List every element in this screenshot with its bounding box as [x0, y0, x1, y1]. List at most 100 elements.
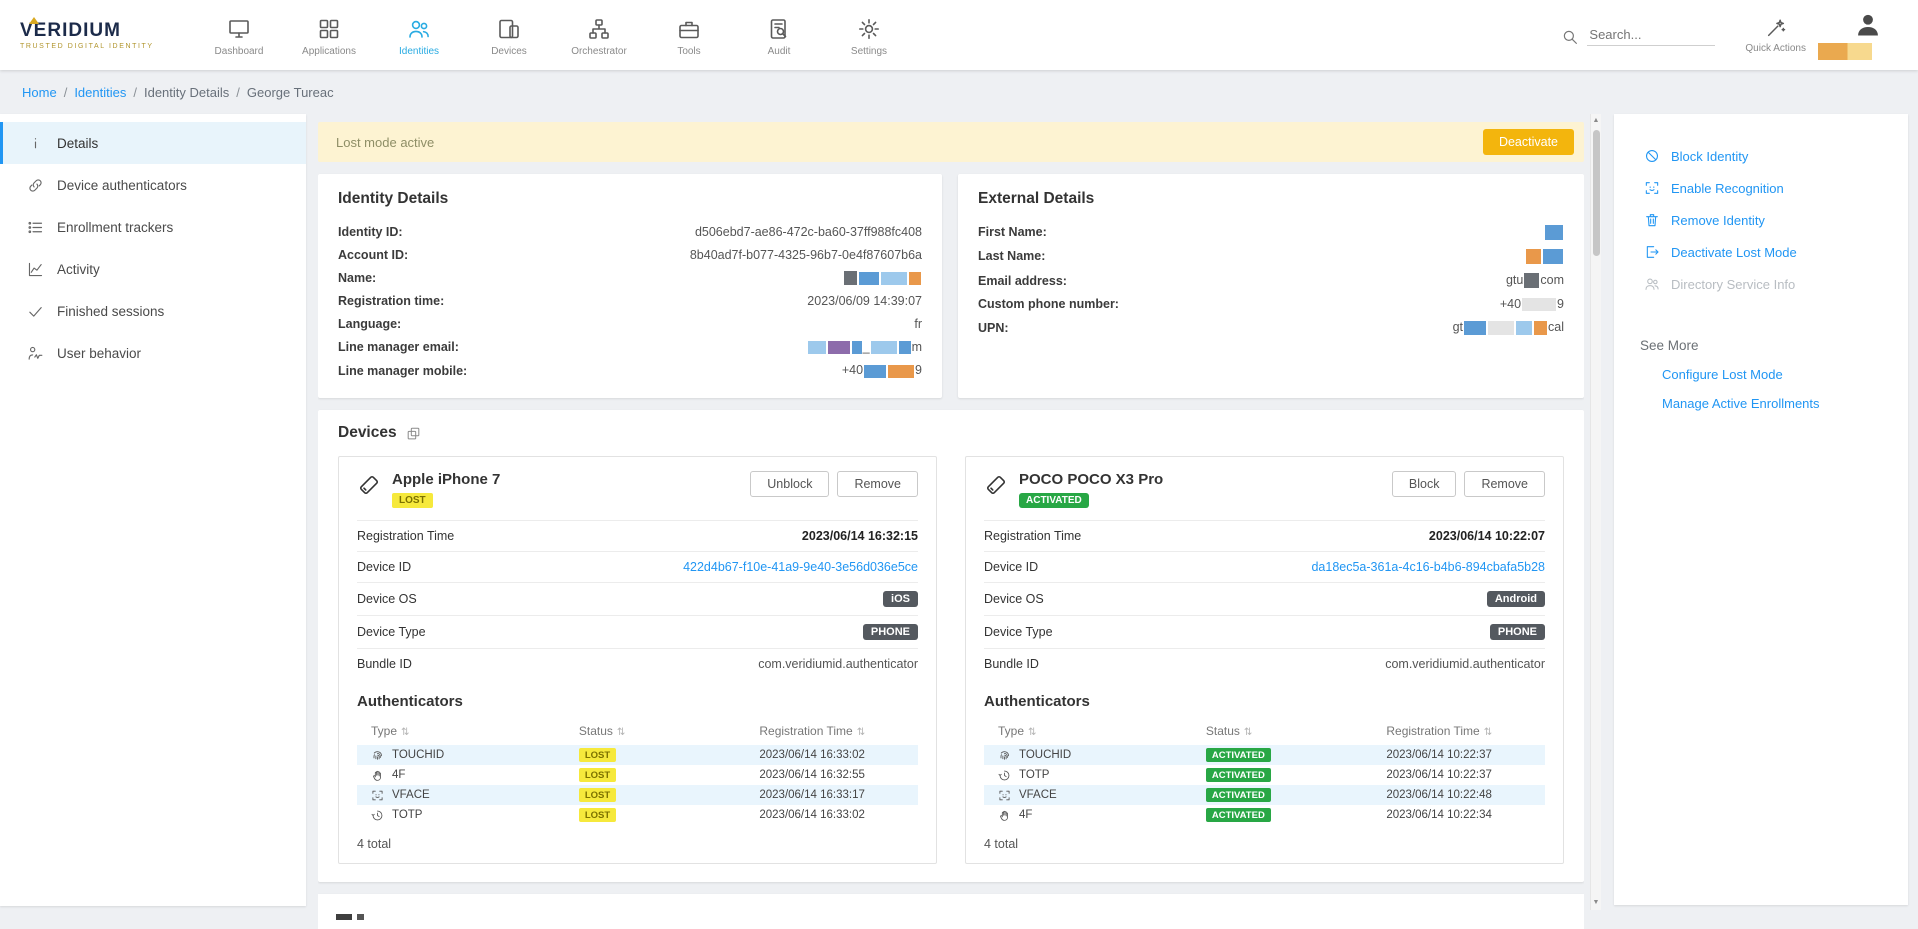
- nav-item-tools[interactable]: Tools: [644, 13, 734, 57]
- chain-link-icon: [27, 177, 44, 194]
- remove-device-button[interactable]: Remove: [837, 471, 918, 497]
- scroll-down-arrow[interactable]: ▼: [1591, 896, 1601, 910]
- device-row-device-os: Device OS Android: [984, 583, 1545, 616]
- sort-by-type[interactable]: Type⇅: [998, 724, 1206, 738]
- unblock-button[interactable]: Unblock: [750, 471, 829, 497]
- field-name: Name:: [338, 266, 922, 290]
- details-cards-row: Identity Details Identity ID: d506ebd7-a…: [318, 174, 1584, 398]
- remove-device-button[interactable]: Remove: [1464, 471, 1545, 497]
- identities-icon: [407, 17, 431, 41]
- device-row-device-type: Device Type PHONE: [984, 616, 1545, 649]
- device-row-device-os: Device OS iOS: [357, 583, 918, 616]
- auth-status-badge: LOST: [579, 748, 616, 762]
- sort-by-registration-time[interactable]: Registration Time⇅: [759, 724, 918, 738]
- authenticators-table: TOUCHID ACTIVATED 2023/06/14 10:22:37 TO…: [984, 745, 1545, 825]
- auth-status-badge: ACTIVATED: [1206, 788, 1271, 802]
- nav-item-orchestrator[interactable]: Orchestrator: [554, 13, 644, 57]
- external-details-card: External Details First Name: Last Name: …: [958, 174, 1584, 398]
- field-identity-id: Identity ID: d506ebd7-ae86-472c-ba60-37f…: [338, 220, 922, 243]
- settings-icon: [857, 17, 881, 41]
- face-recognition-icon: [1644, 180, 1660, 196]
- deactivate-lost-mode-button[interactable]: Deactivate: [1483, 129, 1574, 155]
- sort-by-status[interactable]: Status⇅: [1206, 724, 1387, 738]
- user-behavior-icon: [27, 345, 44, 362]
- nav-item-identities[interactable]: Identities: [374, 13, 464, 57]
- sidebar-item-enrollment-trackers[interactable]: Enrollment trackers: [0, 206, 306, 248]
- breadcrumb-identities[interactable]: Identities: [74, 85, 126, 100]
- quick-actions-button[interactable]: Quick Actions: [1745, 17, 1806, 54]
- sidebar-item-user-behavior[interactable]: User behavior: [0, 332, 306, 374]
- auth-time: 2023/06/14 10:22:37: [1386, 749, 1545, 761]
- deactivate-lost-mode-action[interactable]: Deactivate Lost Mode: [1640, 236, 1894, 268]
- search-icon[interactable]: [1561, 28, 1579, 46]
- sidebar-item-device-authenticators[interactable]: Device authenticators: [0, 164, 306, 206]
- upn-redacted: gtcal: [1453, 320, 1564, 335]
- action-label: Remove Identity: [1671, 213, 1765, 228]
- sidebar-item-label: Activity: [57, 262, 100, 277]
- device-id-link[interactable]: da18ec5a-361a-4c16-b4b6-894cbafa5b28: [1311, 560, 1545, 574]
- checkmark-icon: [27, 303, 44, 320]
- sidebar-item-details[interactable]: Details: [0, 122, 306, 164]
- breadcrumb-separator: /: [236, 85, 240, 100]
- tools-icon: [677, 17, 701, 41]
- sidebar-item-activity[interactable]: Activity: [0, 248, 306, 290]
- block-identity-action[interactable]: Block Identity: [1640, 140, 1894, 172]
- device-status-badge: LOST: [392, 493, 433, 508]
- sidebar-item-label: Finished sessions: [57, 304, 164, 319]
- phone-icon: [984, 473, 1008, 497]
- directory-users-icon: [1644, 276, 1660, 292]
- nav-item-applications[interactable]: Applications: [284, 13, 374, 57]
- breadcrumb-home[interactable]: Home: [22, 85, 57, 100]
- registration-time-value: 2023/06/09 14:39:07: [807, 294, 922, 308]
- sort-by-registration-time[interactable]: Registration Time⇅: [1386, 724, 1545, 738]
- sort-by-type[interactable]: Type⇅: [371, 724, 579, 738]
- nav-item-devices[interactable]: Devices: [464, 13, 554, 57]
- main-nav: Dashboard Applications Identities Device…: [194, 13, 914, 57]
- action-label: Block Identity: [1671, 149, 1748, 164]
- auth-type: TOTP: [392, 809, 422, 821]
- face-scan-icon: [371, 789, 384, 802]
- devices-title: Devices: [338, 424, 397, 442]
- auth-status-badge: ACTIVATED: [1206, 768, 1271, 782]
- block-button[interactable]: Block: [1392, 471, 1457, 497]
- last-name-redacted: [1525, 249, 1564, 264]
- user-avatar[interactable]: [1836, 7, 1892, 63]
- devices-icon: [497, 17, 521, 41]
- fingerprint-icon: [371, 749, 384, 762]
- nav-item-settings[interactable]: Settings: [824, 13, 914, 57]
- vertical-scrollbar[interactable]: ▲ ▼: [1590, 114, 1601, 910]
- audit-icon: [767, 17, 791, 41]
- scroll-up-arrow[interactable]: ▲: [1591, 114, 1601, 128]
- device-type-badge: PHONE: [1490, 624, 1545, 640]
- table-row: 4F LOST 2023/06/14 16:32:55: [357, 765, 918, 785]
- account-id-value: 8b40ad7f-b077-4325-96b7-0e4f87607b6a: [690, 248, 922, 262]
- enable-recognition-action[interactable]: Enable Recognition: [1640, 172, 1894, 204]
- bundle-id-value: com.veridiumid.authenticator: [758, 657, 918, 671]
- scrollbar-thumb[interactable]: [1593, 130, 1600, 256]
- field-first-name: First Name:: [978, 220, 1564, 244]
- configure-lost-mode-link[interactable]: Configure Lost Mode: [1640, 367, 1894, 382]
- hand-icon: [371, 769, 384, 782]
- exit-arrow-icon: [1644, 244, 1660, 260]
- external-details-title: External Details: [978, 190, 1564, 208]
- custom-phone-redacted: +409: [1500, 297, 1564, 311]
- nav-item-audit[interactable]: Audit: [734, 13, 824, 57]
- sidebar-item-finished-sessions[interactable]: Finished sessions: [0, 290, 306, 332]
- nav-label: Applications: [302, 46, 356, 57]
- see-more-heading: See More: [1640, 338, 1894, 353]
- device-name: POCO POCO X3 Pro: [1019, 471, 1163, 488]
- search-input[interactable]: [1587, 24, 1715, 46]
- copy-icon[interactable]: [406, 426, 421, 441]
- nav-label: Tools: [677, 46, 700, 57]
- breadcrumb-identity-details: Identity Details: [144, 85, 229, 100]
- nav-item-dashboard[interactable]: Dashboard: [194, 13, 284, 57]
- table-row: VFACE LOST 2023/06/14 16:33:17: [357, 785, 918, 805]
- clipped-heading-fragment: [357, 914, 364, 920]
- remove-identity-action[interactable]: Remove Identity: [1640, 204, 1894, 236]
- sort-by-status[interactable]: Status⇅: [579, 724, 760, 738]
- auth-type: 4F: [1019, 809, 1032, 821]
- brand-logo: VERIDIUM TRUSTED DIGITAL IDENTITY: [20, 20, 180, 50]
- manage-active-enrollments-link[interactable]: Manage Active Enrollments: [1640, 396, 1894, 411]
- auth-time: 2023/06/14 16:33:17: [759, 789, 918, 801]
- device-id-link[interactable]: 422d4b67-f10e-41a9-9e40-3e56d036e5ce: [683, 560, 918, 574]
